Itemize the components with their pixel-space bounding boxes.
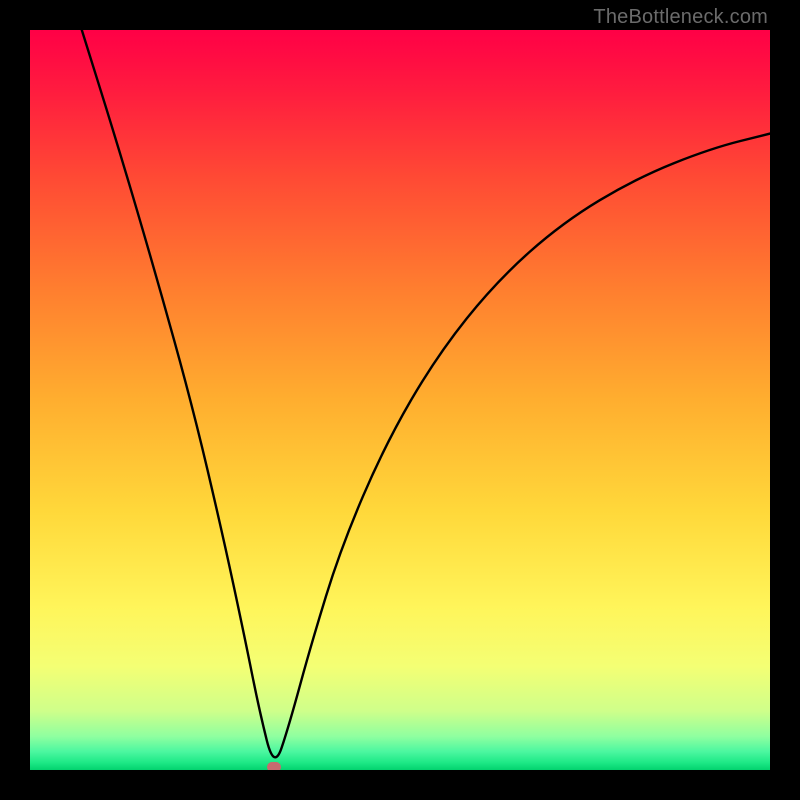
chart-frame: TheBottleneck.com [0,0,800,800]
watermark-text: TheBottleneck.com [593,6,768,29]
minimum-marker [267,762,281,770]
plot-area [30,30,770,770]
bottleneck-curve [82,30,770,757]
curve-layer [30,30,770,770]
